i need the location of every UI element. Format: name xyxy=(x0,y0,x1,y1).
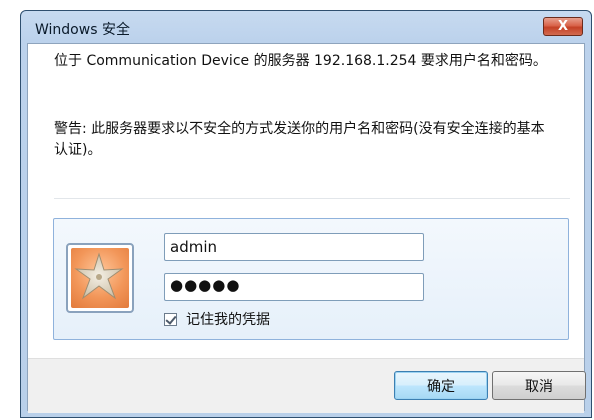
username-input[interactable] xyxy=(164,233,424,261)
server-request-message: 位于 Communication Device 的服务器 192.168.1.2… xyxy=(54,53,547,69)
user-avatar xyxy=(66,243,134,313)
remember-credentials[interactable]: 记住我的凭据 xyxy=(164,309,270,329)
security-warning-message: 警告: 此服务器要求以不安全的方式发送你的用户名和密码(没有安全连接的基本认证)… xyxy=(54,121,545,158)
ok-button[interactable]: 确定 xyxy=(394,371,488,400)
security-dialog: Windows 安全 X 位于 Communication Device 的服务… xyxy=(20,10,592,418)
close-icon: X xyxy=(557,19,569,34)
password-input[interactable]: ●●●●● xyxy=(164,273,424,301)
cancel-button[interactable]: 取消 xyxy=(492,371,586,400)
dialog-body: 位于 Communication Device 的服务器 192.168.1.2… xyxy=(27,43,586,413)
button-bar: 确定 取消 xyxy=(28,358,586,413)
starfish-avatar-icon xyxy=(71,248,129,308)
remember-label: 记住我的凭据 xyxy=(186,312,270,328)
close-button[interactable]: X xyxy=(543,17,583,36)
starfish-graphic xyxy=(74,252,124,300)
window-title: Windows 安全 xyxy=(35,22,130,38)
title-bar[interactable]: Windows 安全 X xyxy=(21,11,591,43)
credential-panel: ●●●●● 记住我的凭据 xyxy=(53,218,569,340)
remember-checkbox[interactable] xyxy=(164,312,177,326)
divider xyxy=(54,198,570,199)
